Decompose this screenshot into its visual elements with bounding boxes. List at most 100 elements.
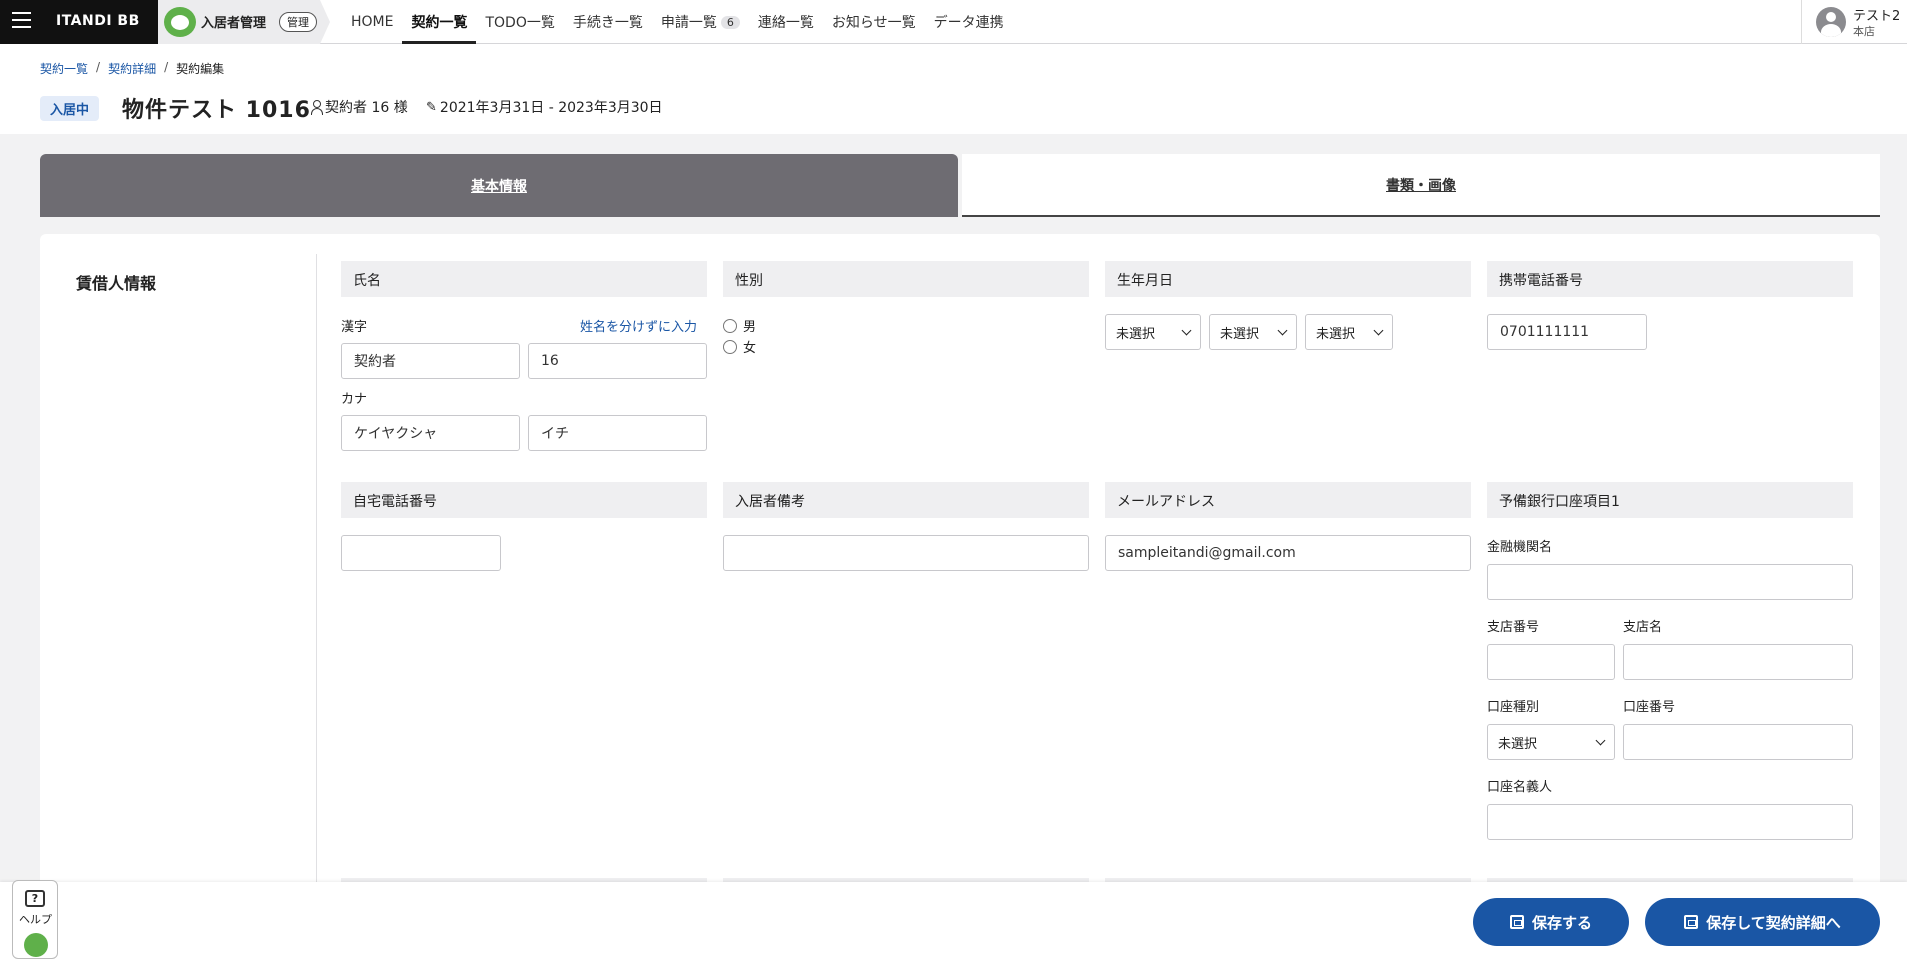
user-name: テスト2 [1853, 9, 1901, 24]
person-icon [310, 100, 323, 115]
chevron-down-icon [1373, 325, 1384, 335]
remarks-field-header: 入居者備考 [723, 482, 1089, 518]
birth-day-value: 未選択 [1316, 326, 1356, 342]
brand-logo[interactable]: ITANDI BB [56, 13, 140, 29]
split-name-link[interactable]: 姓名を分けずに入力 [580, 316, 697, 335]
chevron-down-icon [1277, 325, 1288, 335]
contractor-info: 契約者 16 様 [310, 97, 408, 117]
name-field-header: 氏名 [341, 261, 707, 297]
breadcrumb-contract-list[interactable]: 契約一覧 [40, 60, 88, 77]
birth-year-select[interactable]: 未選択 [1105, 314, 1201, 350]
kana-first-name-input[interactable]: イチ [528, 415, 707, 451]
email-field-header: メールアドレス [1105, 482, 1471, 518]
kana-last-name-input[interactable]: ケイヤクシャ [341, 415, 520, 451]
nav-procedures[interactable]: 手続き一覧 [564, 0, 652, 44]
branch-name-label: 支店名 [1623, 620, 1663, 635]
app-tag: 管理 [279, 12, 317, 32]
kanji-label: 漢字 [341, 320, 368, 335]
brand-area: ITANDI BB [0, 0, 158, 44]
top-bar: ITANDI BB 入居者管理 管理 HOME 契約一覧 TODO一覧 手続き一… [0, 0, 1907, 44]
pen-icon: ✎ [426, 99, 437, 115]
branch-name-input[interactable] [1623, 644, 1853, 680]
user-branch: 本店 [1853, 25, 1875, 38]
gender-male-option[interactable]: 男 [723, 316, 756, 335]
gender-female-option[interactable]: 女 [723, 337, 756, 356]
institution-input[interactable] [1487, 564, 1853, 600]
page-header: 契約一覧 / 契約詳細 / 契約編集 入居中 物件テスト 1016 契約者 16… [0, 44, 1907, 134]
account-type-label: 口座種別 [1487, 700, 1540, 715]
breadcrumb-contract-detail[interactable]: 契約詳細 [108, 60, 156, 77]
home-phone-input[interactable] [341, 535, 501, 571]
status-badge: 入居中 [40, 96, 100, 121]
user-menu[interactable]: テスト2 本店 [1801, 0, 1907, 44]
help-label: ヘルプ [19, 913, 52, 926]
help-icon: ? [25, 890, 45, 907]
account-type-value: 未選択 [1498, 736, 1538, 752]
gender-female-radio[interactable] [723, 339, 737, 354]
save-and-detail-label: 保存して契約詳細へ [1706, 913, 1841, 932]
account-holder-input[interactable] [1487, 804, 1853, 840]
email-input[interactable]: sampleitandi@gmail.com [1105, 535, 1471, 571]
save-button-label: 保存する [1531, 913, 1592, 932]
form-card: 賃借人情報 氏名 漢字 姓名を分けずに入力 契約者 16 カナ ケイヤクシャ イ… [40, 234, 1880, 959]
avatar-icon [1816, 7, 1846, 37]
breadcrumb-separator: / [96, 60, 101, 74]
breadcrumb-separator: / [164, 60, 169, 74]
chevron-down-icon [1595, 735, 1606, 745]
main-nav: HOME 契約一覧 TODO一覧 手続き一覧 申請一覧 6 連絡一覧 お知らせ一… [342, 0, 1013, 44]
nav-contracts[interactable]: 契約一覧 [402, 0, 477, 44]
mobile-field-header: 携帯電話番号 [1487, 261, 1853, 297]
applications-count-badge: 6 [720, 15, 740, 29]
app-name: 入居者管理 [201, 16, 267, 31]
nav-applications[interactable]: 申請一覧 6 [652, 0, 749, 44]
remarks-input[interactable] [723, 535, 1089, 571]
account-number-label: 口座番号 [1623, 700, 1676, 715]
gender-field-header: 性別 [723, 261, 1089, 297]
tabs: 基本情報 書類・画像 [40, 154, 1880, 217]
tab-documents-images[interactable]: 書類・画像 [962, 154, 1880, 217]
birthdate-field-header: 生年月日 [1105, 261, 1471, 297]
account-holder-label: 口座名義人 [1487, 780, 1553, 795]
section-title: 賃借人情報 [76, 274, 157, 293]
mobile-phone-input[interactable]: 0701111111 [1487, 314, 1647, 350]
gender-male-radio[interactable] [723, 318, 737, 333]
branch-number-input[interactable] [1487, 644, 1615, 680]
gender-male-label: 男 [743, 320, 757, 335]
nav-todo[interactable]: TODO一覧 [476, 0, 563, 44]
mascot-icon [24, 933, 48, 957]
kanji-last-name-input[interactable]: 契約者 [341, 343, 520, 379]
help-button[interactable]: ? ヘルプ [12, 880, 58, 959]
mascot-icon [164, 7, 196, 37]
contract-period: ✎ 2021年3月31日 - 2023年3月30日 [426, 97, 663, 117]
save-icon [1509, 915, 1524, 929]
save-and-detail-button[interactable]: 保存して契約詳細へ [1645, 898, 1880, 946]
kana-label: カナ [341, 392, 368, 407]
account-number-input[interactable] [1623, 724, 1853, 760]
home-phone-field-header: 自宅電話番号 [341, 482, 707, 518]
account-type-select[interactable]: 未選択 [1487, 724, 1615, 760]
contract-period-text: 2021年3月31日 - 2023年3月30日 [439, 100, 663, 116]
birth-month-value: 未選択 [1220, 326, 1260, 342]
nav-applications-label: 申請一覧 [660, 15, 717, 31]
page-title: 物件テスト 1016 [122, 98, 311, 123]
bank-field-header: 予備銀行口座項目1 [1487, 482, 1853, 518]
gender-female-label: 女 [743, 341, 757, 356]
birth-month-select[interactable]: 未選択 [1209, 314, 1297, 350]
birth-day-select[interactable]: 未選択 [1305, 314, 1393, 350]
tab-basic-info[interactable]: 基本情報 [40, 154, 958, 217]
section-divider [316, 254, 317, 959]
nav-data-link[interactable]: データ連携 [925, 0, 1013, 44]
branch-number-label: 支店番号 [1487, 620, 1540, 635]
hamburger-menu-icon[interactable] [12, 12, 31, 28]
nav-messages[interactable]: 連絡一覧 [749, 0, 823, 44]
breadcrumb: 契約一覧 / 契約詳細 / 契約編集 [40, 60, 224, 77]
app-switcher[interactable]: 入居者管理 管理 [158, 0, 330, 44]
birth-year-value: 未選択 [1116, 326, 1156, 342]
contractor-name: 契約者 16 様 [325, 100, 408, 116]
chevron-down-icon [1181, 325, 1192, 335]
kanji-first-name-input[interactable]: 16 [528, 343, 707, 379]
nav-notices[interactable]: お知らせ一覧 [823, 0, 925, 44]
save-icon [1684, 915, 1699, 929]
save-button[interactable]: 保存する [1473, 898, 1629, 946]
nav-home[interactable]: HOME [342, 0, 402, 44]
